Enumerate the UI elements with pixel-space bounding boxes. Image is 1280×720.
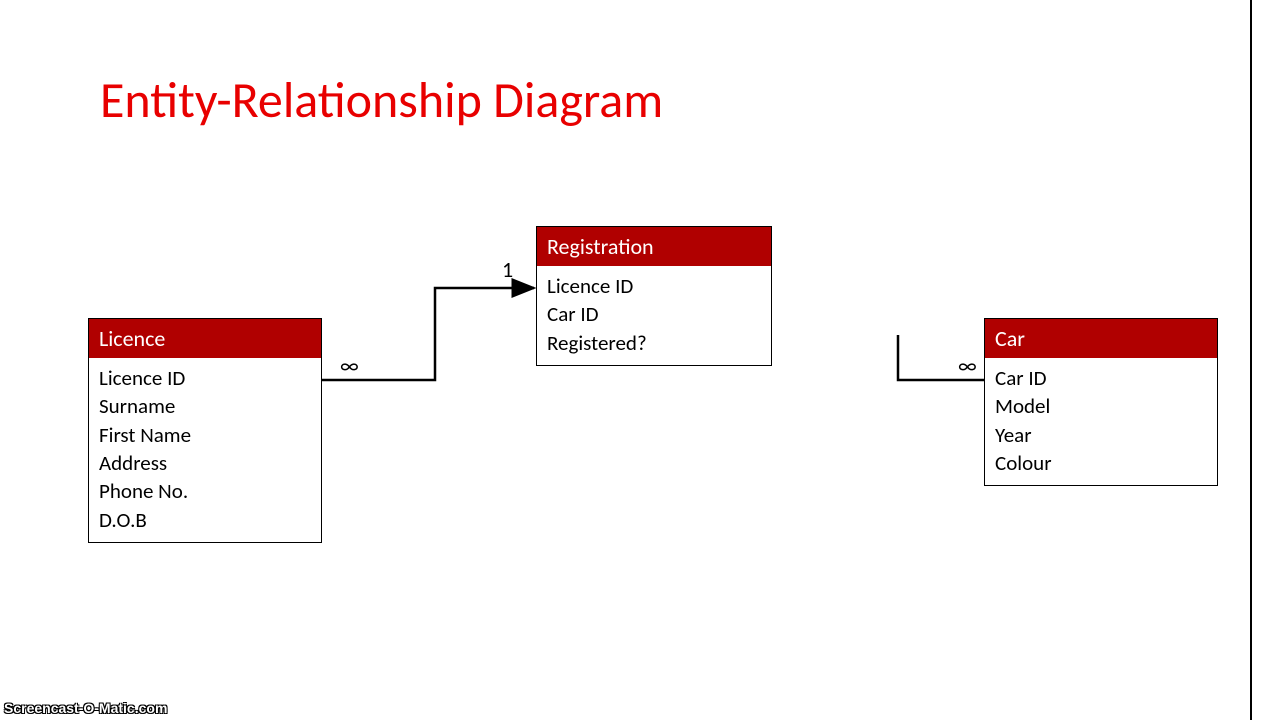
entity-field: Model — [995, 392, 1207, 420]
entity-car: Car Car ID Model Year Colour — [984, 318, 1218, 486]
page-title: Entity-Relationship Diagram — [100, 70, 663, 131]
entity-field: Surname — [99, 392, 311, 420]
entity-field: Car ID — [547, 300, 761, 328]
entity-registration: Registration Licence ID Car ID Registere… — [536, 226, 772, 366]
entity-registration-body: Licence ID Car ID Registered? — [537, 266, 771, 365]
cardinality-car: ∞ — [958, 352, 977, 379]
entity-field: Phone No. — [99, 477, 311, 505]
cardinality-licence: ∞ — [340, 352, 359, 379]
entity-licence-header: Licence — [89, 319, 321, 358]
cardinality-registration: 1 — [502, 256, 513, 283]
entity-field: Licence ID — [547, 272, 761, 300]
entity-licence-body: Licence ID Surname First Name Address Ph… — [89, 358, 321, 542]
watermark: Screencast-O-Matic.com — [4, 700, 167, 716]
entity-field: Year — [995, 421, 1207, 449]
entity-field: Registered? — [547, 329, 761, 357]
entity-field: Address — [99, 449, 311, 477]
entity-field: Licence ID — [99, 364, 311, 392]
entity-field: Car ID — [995, 364, 1207, 392]
entity-field: D.O.B — [99, 506, 311, 534]
entity-car-header: Car — [985, 319, 1217, 358]
entity-car-body: Car ID Model Year Colour — [985, 358, 1217, 485]
right-border — [1250, 0, 1280, 720]
entity-field: First Name — [99, 421, 311, 449]
entity-licence: Licence Licence ID Surname First Name Ad… — [88, 318, 322, 543]
entity-registration-header: Registration — [537, 227, 771, 266]
entity-field: Colour — [995, 449, 1207, 477]
